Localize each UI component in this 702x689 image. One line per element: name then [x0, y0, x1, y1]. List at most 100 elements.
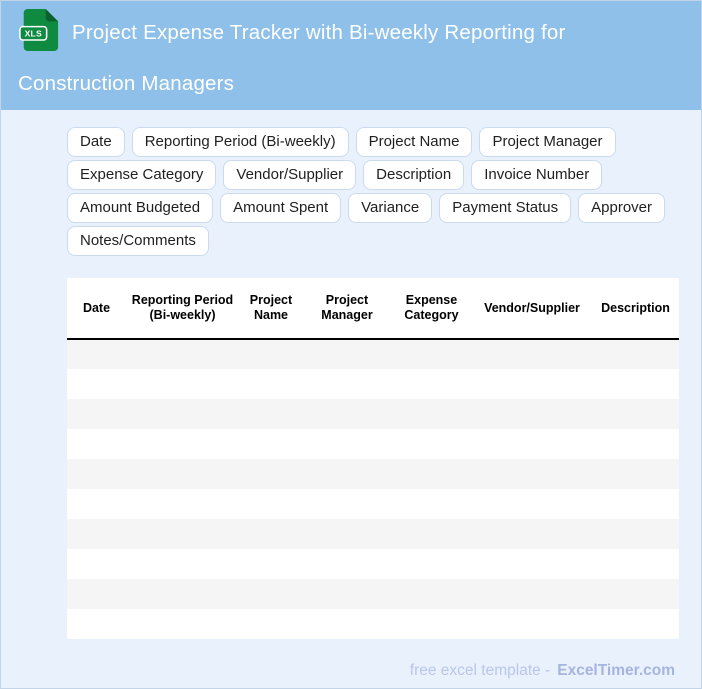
table-row [67, 459, 679, 489]
table-header-date: Date [67, 278, 126, 340]
footer-credit-text: free excel template - [409, 662, 551, 679]
table-cell-empty [239, 579, 303, 609]
table-cell-empty [239, 369, 303, 399]
table-cell-empty [303, 609, 391, 639]
table-cell-empty [239, 519, 303, 549]
footer-credit: free excel template - ExcelTimer.com [1, 662, 675, 680]
table-cell-empty [592, 399, 679, 429]
chip-invoice-number[interactable]: Invoice Number [471, 160, 603, 190]
table-cell-empty [239, 489, 303, 519]
app-header: XLS Project Expense Tracker with Bi-week… [1, 1, 701, 110]
table-cell-empty [592, 579, 679, 609]
table-cell-empty [126, 549, 239, 579]
table-row [67, 429, 679, 459]
table-cell-empty [239, 609, 303, 639]
chip-notes-comments[interactable]: Notes/Comments [67, 226, 209, 256]
table-cell-empty [67, 399, 126, 429]
table-cell-empty [472, 489, 592, 519]
table-row [67, 579, 679, 609]
table-cell-empty [126, 429, 239, 459]
table-cell-empty [472, 549, 592, 579]
table-header-description: Description [592, 278, 679, 340]
table-cell-empty [303, 519, 391, 549]
table-cell-empty [303, 429, 391, 459]
table-cell-empty [391, 489, 472, 519]
table-cell-empty [391, 339, 472, 369]
table-cell-empty [126, 579, 239, 609]
table-cell-empty [67, 489, 126, 519]
xls-icon-label: XLS [25, 29, 42, 39]
table-cell-empty [592, 339, 679, 369]
table-cell-empty [472, 579, 592, 609]
table-cell-empty [391, 579, 472, 609]
table-cell-empty [391, 519, 472, 549]
table-cell-empty [239, 429, 303, 459]
table-cell-empty [303, 579, 391, 609]
table-header-expense-category: Expense Category [391, 278, 472, 340]
table-cell-empty [472, 399, 592, 429]
table-cell-empty [472, 429, 592, 459]
chip-project-manager[interactable]: Project Manager [479, 127, 616, 157]
table-cell-empty [472, 339, 592, 369]
table-cell-empty [391, 459, 472, 489]
table-cell-empty [67, 459, 126, 489]
table-row [67, 399, 679, 429]
table-cell-empty [239, 459, 303, 489]
chip-expense-category[interactable]: Expense Category [67, 160, 217, 190]
table-cell-empty [592, 459, 679, 489]
table-cell-empty [126, 339, 239, 369]
table-cell-empty [472, 369, 592, 399]
chip-reporting-period[interactable]: Reporting Period (Bi-weekly) [131, 127, 349, 157]
table-cell-empty [592, 519, 679, 549]
table-row [67, 519, 679, 549]
table-cell-empty [303, 399, 391, 429]
table-row [67, 339, 679, 369]
expense-table: Date Reporting Period (Bi-weekly) Projec… [67, 278, 679, 639]
table-cell-empty [592, 549, 679, 579]
table-cell-empty [67, 429, 126, 459]
table-cell-empty [592, 489, 679, 519]
table-cell-empty [126, 459, 239, 489]
chip-date[interactable]: Date [67, 127, 125, 157]
table-cell-empty [67, 339, 126, 369]
chip-amount-spent[interactable]: Amount Spent [220, 193, 342, 223]
chip-approver[interactable]: Approver [578, 193, 666, 223]
table-cell-empty [391, 429, 472, 459]
brand-link[interactable]: ExcelTimer.com [557, 662, 675, 679]
table-cell-empty [126, 399, 239, 429]
table-cell-empty [303, 459, 391, 489]
table-header-reporting-period: Reporting Period (Bi-weekly) [126, 278, 239, 340]
table-cell-empty [126, 369, 239, 399]
table-header-project-manager: Project Manager [303, 278, 391, 340]
page: XLS Project Expense Tracker with Bi-week… [0, 0, 702, 689]
table-header-project-name: Project Name [239, 278, 303, 340]
chip-vendor-supplier[interactable]: Vendor/Supplier [223, 160, 357, 190]
table-cell-empty [67, 519, 126, 549]
table-cell-empty [592, 369, 679, 399]
table-cell-empty [126, 519, 239, 549]
chip-payment-status[interactable]: Payment Status [439, 193, 572, 223]
chip-description[interactable]: Description [363, 160, 465, 190]
table-cell-empty [391, 609, 472, 639]
chip-variance[interactable]: Variance [348, 193, 433, 223]
table-row [67, 549, 679, 579]
table-header-row: Date Reporting Period (Bi-weekly) Projec… [67, 278, 679, 340]
chip-project-name[interactable]: Project Name [355, 127, 473, 157]
table-header-vendor-supplier: Vendor/Supplier [472, 278, 592, 340]
chip-amount-budgeted[interactable]: Amount Budgeted [67, 193, 214, 223]
table-row [67, 489, 679, 519]
table-cell-empty [391, 369, 472, 399]
table-cell-empty [303, 549, 391, 579]
table-cell-empty [239, 399, 303, 429]
table-cell-empty [472, 459, 592, 489]
table-cell-empty [67, 579, 126, 609]
table-cell-empty [126, 489, 239, 519]
column-chip-list: Date Reporting Period (Bi-weekly) Projec… [67, 127, 679, 256]
table-row [67, 609, 679, 639]
table-cell-empty [239, 339, 303, 369]
table-cell-empty [303, 369, 391, 399]
template-preview-card: Date Reporting Period (Bi-weekly) Projec… [67, 278, 679, 639]
table-cell-empty [472, 519, 592, 549]
page-title-row: XLS Project Expense Tracker with Bi-week… [18, 7, 675, 102]
xls-file-icon: XLS [18, 7, 60, 65]
